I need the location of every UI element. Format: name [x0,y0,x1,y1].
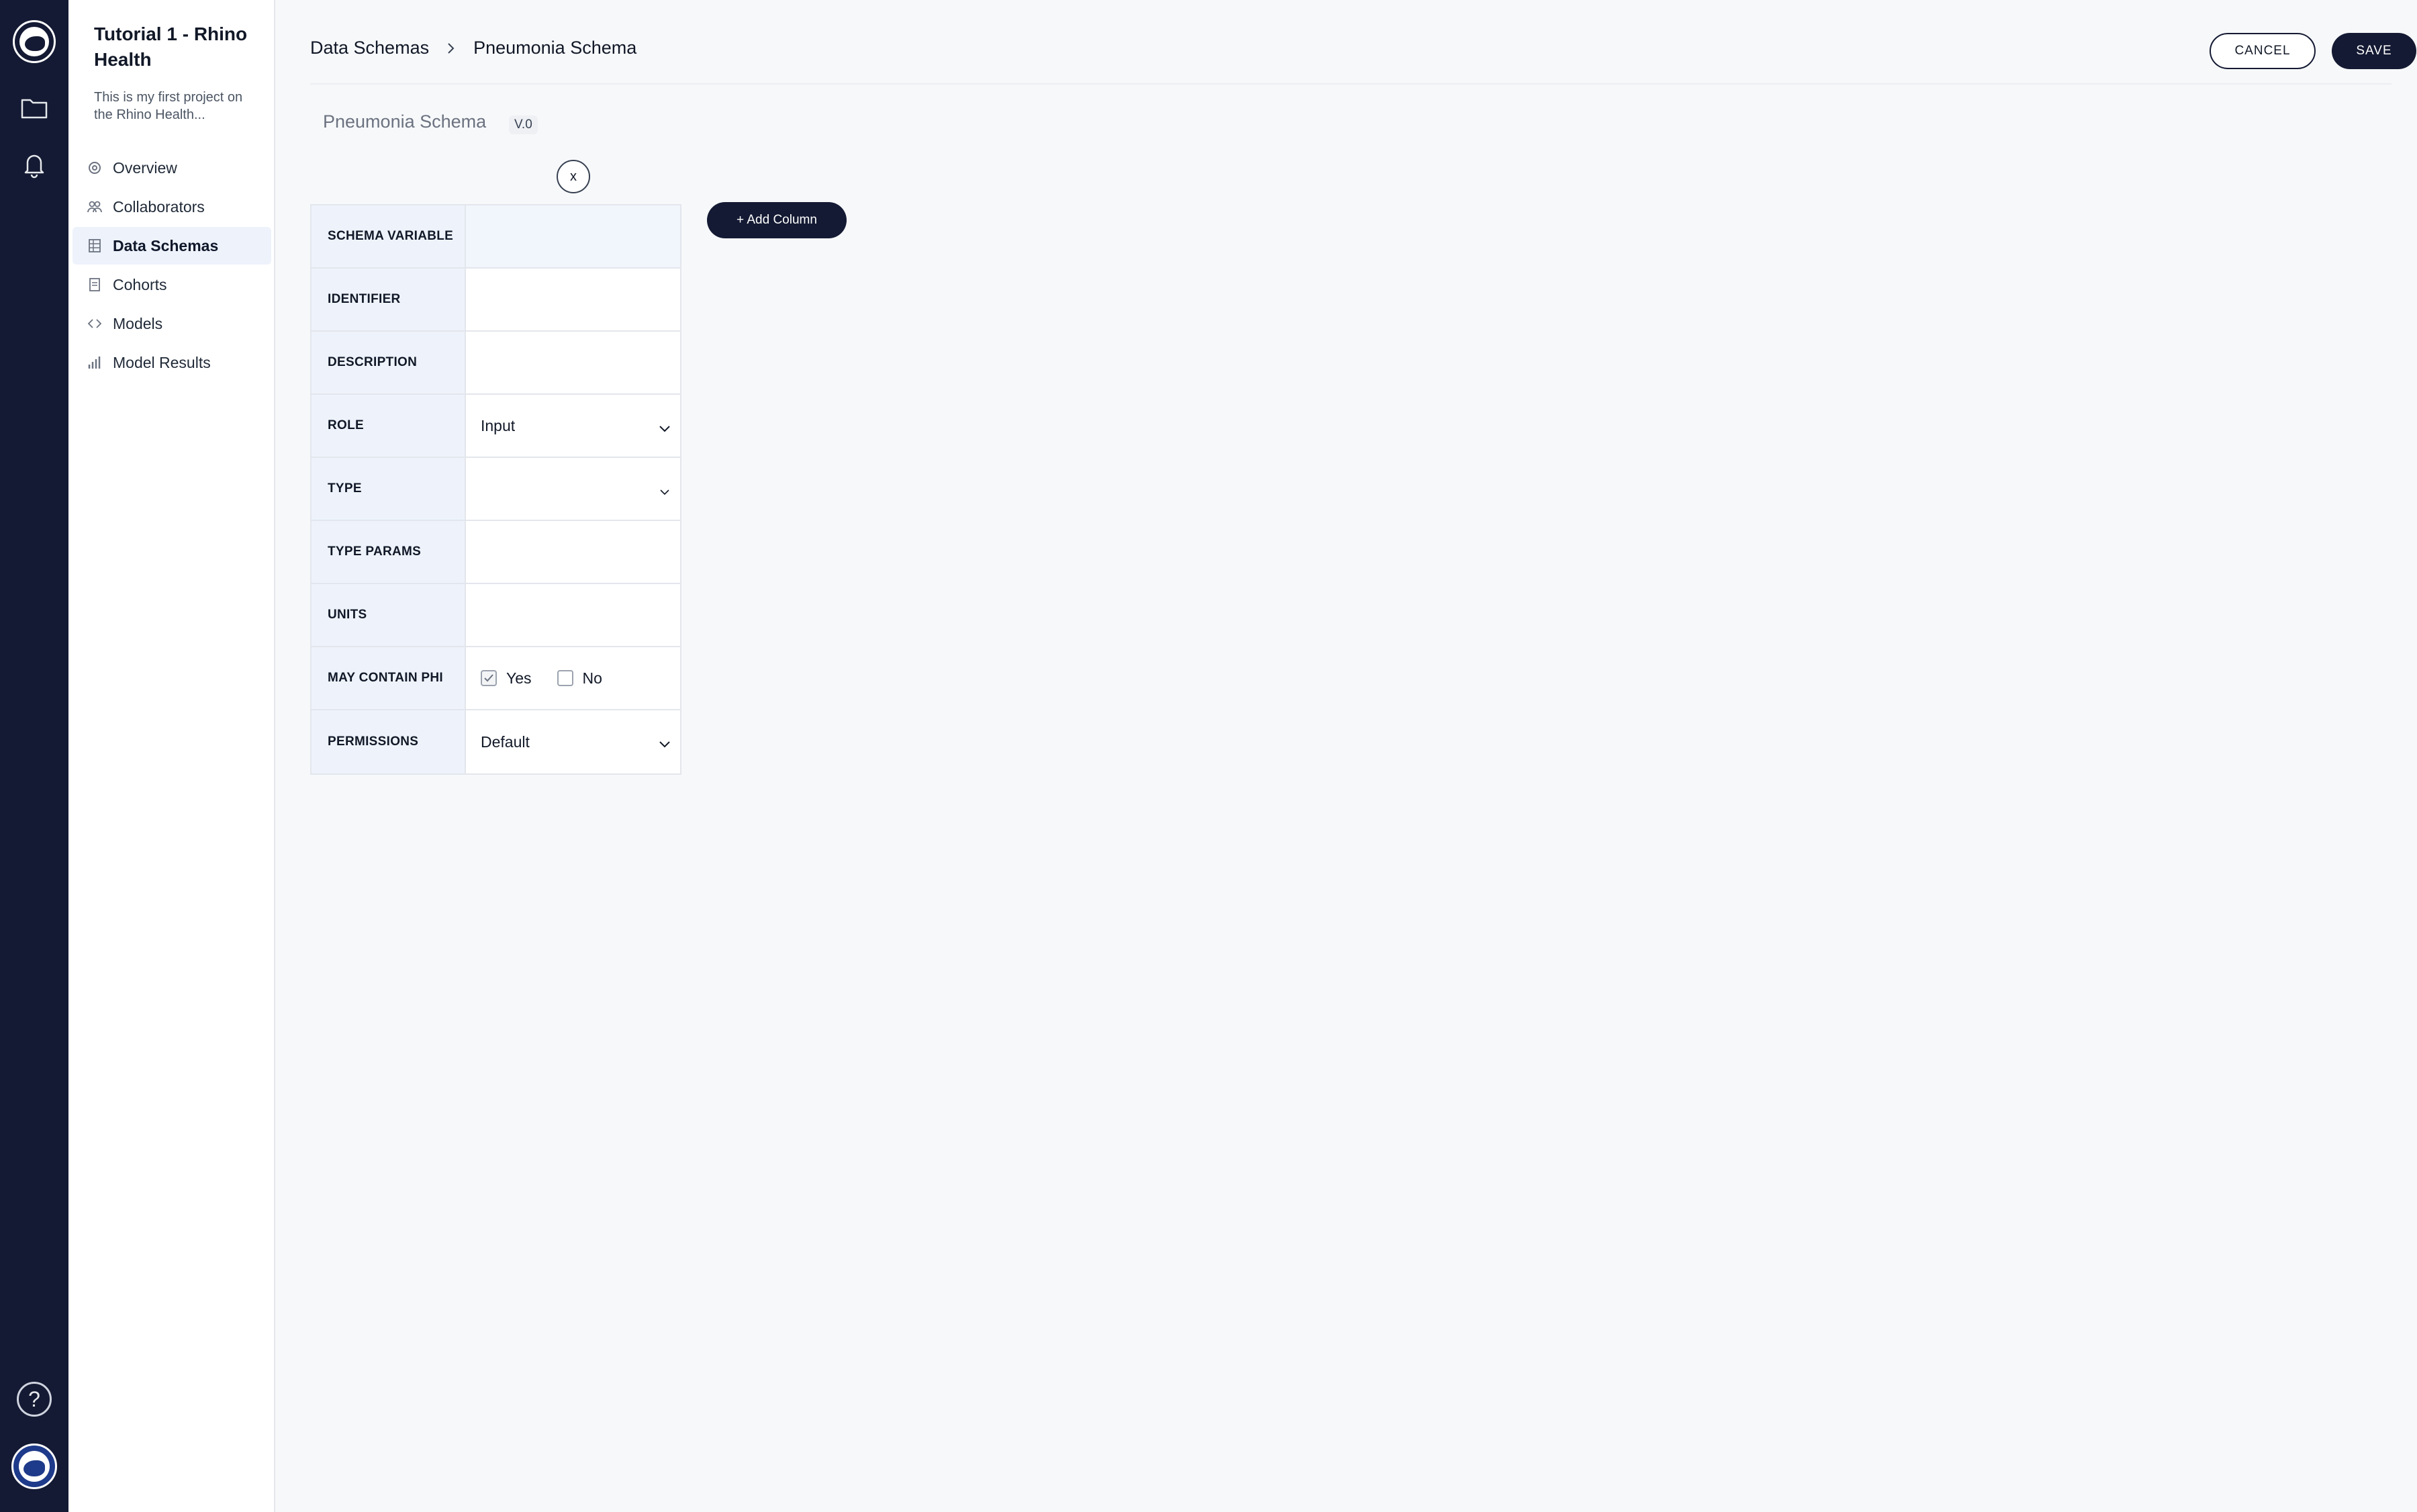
app-rail: ? [0,0,68,1512]
user-avatar-icon[interactable] [11,1444,57,1489]
field-label: TYPE [312,458,466,520]
page-header: Data Schemas Pneumonia Schema CANCEL SAV… [310,0,2416,85]
field-label: PERMISSIONS [312,710,466,773]
main-content: Data Schemas Pneumonia Schema CANCEL SAV… [275,0,2417,1512]
bar-chart-icon [87,355,102,370]
field-label: UNITS [312,584,466,646]
description-input[interactable] [481,342,669,383]
remove-column-button[interactable]: x [557,160,590,193]
project-nav: Overview Collaborators Data Schemas Coho… [73,149,271,383]
chevron-down-icon [659,482,671,500]
breadcrumb-current: Pneumonia Schema [473,38,637,58]
phi-yes-option[interactable]: Yes [481,669,532,688]
sidebar-item-overview[interactable]: Overview [73,149,271,187]
identifier-cell [466,269,680,330]
schema-name: Pneumonia Schema [323,111,487,132]
chevron-down-icon [659,419,671,437]
sidebar-item-label: Cohorts [113,275,167,293]
field-row-identifier: IDENTIFIER [312,269,680,332]
phi-no-checkbox[interactable] [557,670,573,686]
field-row-units: UNITS [312,584,680,647]
field-label: MAY CONTAIN PHI [312,647,466,709]
document-icon [87,277,102,292]
schema-version-badge: V.0 [509,115,538,134]
sidebar-item-data-schemas[interactable]: Data Schemas [73,227,271,265]
type-select[interactable] [466,458,680,520]
field-row-permissions: PERMISSIONS Default [312,710,680,773]
sidebar-item-cohorts[interactable]: Cohorts [73,266,271,303]
chevron-down-icon [659,735,671,753]
field-row-type-params: TYPE PARAMS [312,521,680,584]
table-icon [87,238,102,253]
cancel-button[interactable]: CANCEL [2210,33,2316,69]
bell-icon[interactable] [19,150,49,180]
permissions-selected-value: Default [481,733,530,751]
code-icon [87,316,102,331]
breadcrumb: Data Schemas Pneumonia Schema [310,38,636,58]
schema-variable-cell [466,205,680,267]
field-label: DESCRIPTION [312,332,466,393]
sidebar-item-label: Models [113,314,163,332]
sidebar-item-models[interactable]: Models [73,305,271,342]
save-button[interactable]: SAVE [2332,33,2416,69]
overview-icon [87,160,102,175]
role-selected-value: Input [481,416,516,434]
field-row-description: DESCRIPTION [312,332,680,395]
sidebar-item-label: Overview [113,158,177,177]
description-cell [466,332,680,393]
field-row-schema-variable: SCHEMA VARIABLE [312,205,680,269]
folder-icon[interactable] [19,93,49,122]
sidebar-item-model-results[interactable]: Model Results [73,344,271,381]
phi-no-option[interactable]: No [557,669,602,688]
phi-no-label: No [582,669,602,687]
schema-variable-input[interactable] [481,216,669,256]
help-icon[interactable]: ? [17,1382,52,1417]
type-params-input[interactable] [481,532,669,572]
identifier-input[interactable] [481,279,669,320]
field-row-role: ROLE Input [312,395,680,458]
units-cell [466,584,680,646]
field-label: IDENTIFIER [312,269,466,330]
sidebar-item-collaborators[interactable]: Collaborators [73,188,271,226]
type-params-cell [466,521,680,583]
rhino-logo-icon[interactable] [13,20,56,63]
units-input[interactable] [481,595,669,635]
field-label: TYPE PARAMS [312,521,466,583]
phi-yes-checkbox[interactable] [481,670,497,686]
phi-options: Yes No [466,647,680,709]
sidebar-item-label: Data Schemas [113,236,219,254]
sidebar-item-label: Model Results [113,353,211,371]
field-label: SCHEMA VARIABLE [312,205,466,267]
project-description: This is my first project on the Rhino He… [94,90,243,122]
breadcrumb-parent[interactable]: Data Schemas [310,38,429,58]
field-label: ROLE [312,395,466,457]
chevron-right-icon [446,42,456,55]
phi-yes-label: Yes [506,669,532,687]
project-title: Tutorial 1 - Rhino Health [94,23,248,70]
sidebar-item-label: Collaborators [113,197,205,216]
project-sidebar: Tutorial 1 - Rhino Health This is my fir… [68,0,275,1512]
add-column-button[interactable]: + Add Column [707,202,847,238]
field-row-may-contain-phi: MAY CONTAIN PHI Yes No [312,647,680,710]
schema-column-grid: SCHEMA VARIABLE IDENTIFIER DESCRIPTION R… [310,204,681,775]
role-select[interactable]: Input [466,395,680,457]
permissions-select[interactable]: Default [466,710,680,773]
people-icon [87,199,102,214]
field-row-type: TYPE [312,458,680,521]
